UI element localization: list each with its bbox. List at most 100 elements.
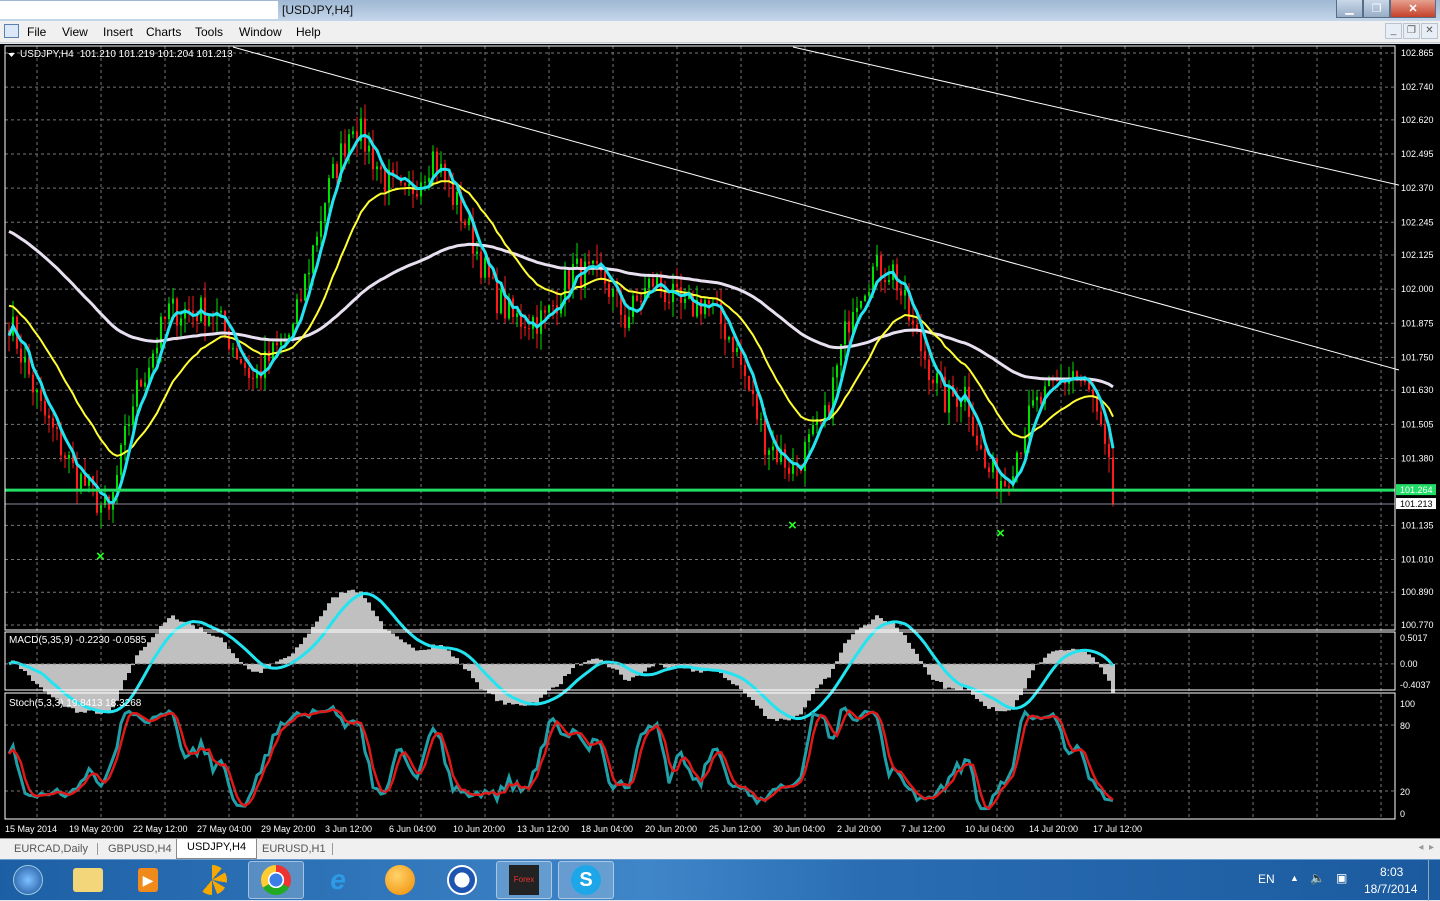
tab-gbpusd[interactable]: GBPUSD,H4: [98, 841, 182, 858]
chart-close-button[interactable]: ✕: [1421, 23, 1438, 39]
taskbar-gom[interactable]: [372, 861, 428, 899]
candle-body: [636, 296, 638, 301]
chart-minimize-button[interactable]: _: [1385, 23, 1402, 39]
volume-icon[interactable]: 🔈: [1310, 871, 1325, 885]
candle-body: [416, 194, 418, 196]
axes: 102.865102.740102.620102.495102.370102.2…: [5, 46, 1436, 834]
macd-histogram-bar: [647, 664, 651, 668]
candle-body: [1016, 453, 1018, 476]
candle-body: [544, 310, 546, 312]
clock-date[interactable]: 18/7/2014: [1364, 882, 1417, 896]
chart-restore-button[interactable]: ❐: [1403, 23, 1420, 39]
menu-help[interactable]: Help: [296, 25, 321, 39]
price-chart[interactable]: ××× 102.865102.740102.620102.495102.3701…: [0, 44, 1440, 838]
candle-body: [100, 505, 102, 513]
tab-eurcad[interactable]: EURCAD,Daily: [4, 841, 98, 858]
time-tick: 2 Jul 20:00: [837, 824, 881, 834]
menu-window[interactable]: Window: [239, 25, 282, 39]
app-icon[interactable]: [4, 24, 19, 38]
taskbar: ▶ e Forex S EN ▲ 🔈 ▣ 8:03 18/7/2014: [0, 859, 1440, 900]
candle-body: [548, 305, 550, 312]
candle-body: [344, 143, 346, 156]
candle-body: [140, 380, 142, 387]
menu-tools[interactable]: Tools: [195, 25, 223, 39]
macd-histogram-bar: [1107, 664, 1111, 681]
taskbar-ie[interactable]: e: [310, 861, 366, 899]
taskbar-media-player[interactable]: ▶: [120, 861, 176, 899]
candle-body: [480, 252, 482, 278]
minimize-button[interactable]: ▁: [1336, 0, 1363, 18]
levels[interactable]: [5, 490, 1395, 504]
candle-body: [888, 280, 890, 282]
candle-body: [120, 445, 122, 475]
start-button[interactable]: [0, 861, 56, 899]
candle-body: [496, 278, 498, 313]
taskbar-security[interactable]: [434, 861, 490, 899]
menu-insert[interactable]: Insert: [103, 25, 133, 39]
candle-body: [1112, 457, 1114, 504]
price-tick: 101.380: [1401, 453, 1434, 463]
chart-window[interactable]: ××× 102.865102.740102.620102.495102.3701…: [0, 44, 1440, 838]
candle-body: [592, 261, 594, 264]
macd-label: MACD(5,35,9) -0.2230 -0.0585: [9, 635, 147, 646]
macd-histogram-bar: [375, 616, 379, 664]
candle-body: [684, 299, 686, 303]
menu-charts[interactable]: Charts: [146, 25, 181, 39]
candle-body: [808, 434, 810, 442]
taskbar-explorer[interactable]: [60, 861, 116, 899]
candle-body: [144, 382, 146, 386]
macd-histogram-bar: [363, 598, 367, 664]
show-desktop-button[interactable]: [1428, 860, 1440, 901]
macd-histogram-bar: [279, 659, 283, 664]
candle-body: [924, 351, 926, 359]
menu-view[interactable]: View: [62, 25, 88, 39]
candle-body: [856, 308, 858, 312]
trendlines[interactable]: [233, 47, 1399, 370]
candle-body: [52, 418, 54, 427]
tab-usdjpy[interactable]: USDJPY,H4: [176, 839, 257, 859]
candle-body: [792, 464, 794, 474]
candle-body: [124, 426, 126, 445]
price-tick: 102.125: [1401, 250, 1434, 260]
macd-histogram-bar: [535, 664, 539, 703]
tab-eurusd[interactable]: EURUSD,H1: [252, 841, 336, 858]
price-tick: 100.770: [1401, 620, 1434, 630]
taskbar-skype[interactable]: S: [558, 861, 614, 899]
candle-body: [728, 337, 730, 340]
macd-histogram-bar: [139, 650, 143, 663]
taskbar-chrome[interactable]: [248, 861, 304, 899]
show-hidden-icons[interactable]: ▲: [1290, 873, 1299, 883]
candle-body: [744, 365, 746, 376]
macd-histogram-bar: [871, 619, 875, 663]
ohlc-values: 101.210 101.219 101.204 101.213: [80, 49, 233, 60]
macd-histogram-bar: [591, 659, 595, 664]
candle-body: [1020, 453, 1022, 454]
gom-player-icon: [385, 865, 415, 895]
collapse-triangle-icon[interactable]: [8, 53, 15, 57]
candle-body: [868, 292, 870, 296]
language-indicator[interactable]: EN: [1258, 872, 1275, 886]
macd-histogram-bar: [175, 619, 179, 663]
candle-body: [648, 279, 650, 288]
candle-body: [876, 255, 878, 266]
candle-body: [436, 152, 438, 173]
candle-body: [336, 164, 338, 178]
taskbar-app-orange[interactable]: [184, 861, 240, 899]
network-icon[interactable]: ▣: [1336, 871, 1347, 885]
macd-histogram-bar: [759, 664, 763, 709]
tab-scroll-arrows[interactable]: ◂ ▸: [1418, 842, 1434, 853]
candle-body: [232, 348, 234, 349]
macd-histogram-bar: [147, 642, 151, 664]
candle-body: [1008, 486, 1010, 487]
restore-button[interactable]: ❐: [1363, 0, 1390, 18]
macd-histogram-bar: [899, 632, 903, 663]
close-button[interactable]: ✕: [1390, 0, 1436, 18]
taskbar-forex[interactable]: Forex: [496, 861, 552, 899]
menu-file[interactable]: File: [27, 25, 46, 39]
macd-histogram-bar: [199, 627, 203, 664]
macd-histogram-bar: [775, 664, 779, 721]
time-tick: 22 May 12:00: [133, 824, 188, 834]
candle-body: [664, 291, 666, 302]
clock-time[interactable]: 8:03: [1380, 865, 1403, 879]
candle-body: [24, 357, 26, 363]
